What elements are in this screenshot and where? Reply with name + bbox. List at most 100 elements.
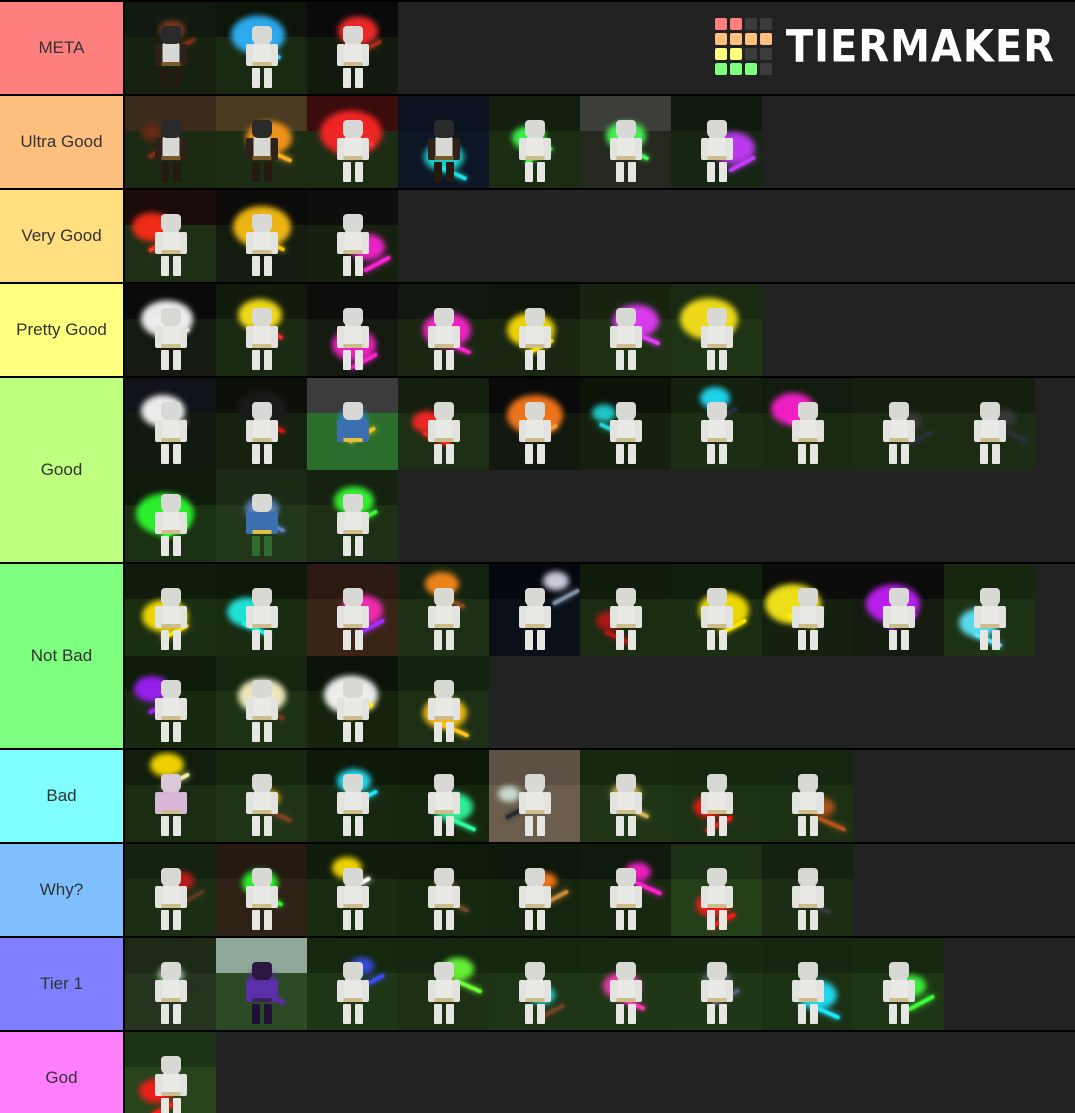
tier-item-purple-pink-spell[interactable] xyxy=(307,564,398,656)
tier-label[interactable]: Why? xyxy=(0,844,125,936)
tier-item-golden-cape-back[interactable] xyxy=(580,750,671,842)
tier-item-red-lightsaber-back[interactable] xyxy=(671,750,762,842)
tier-item-red-gauntlet-fighter[interactable] xyxy=(580,564,671,656)
tier-item-yellow-crown-pink-robe[interactable] xyxy=(125,750,216,842)
thumbnail-image xyxy=(125,564,216,656)
tier-item-flame-scythe-fighter[interactable] xyxy=(216,96,307,188)
tier-item-orange-lightning-wings[interactable] xyxy=(489,378,580,470)
tier-item-ember-blade-back[interactable] xyxy=(489,844,580,936)
tier-item-purple-crystal-burst[interactable] xyxy=(853,564,944,656)
tier-item-green-sparkle-robe[interactable] xyxy=(580,96,671,188)
tier-item-red-menu-aura[interactable] xyxy=(307,96,398,188)
tier-item-green-shuriken-beam[interactable] xyxy=(125,470,216,562)
tier-item-golden-ring-halo[interactable] xyxy=(216,190,307,282)
tier-item-orange-crown-sword[interactable] xyxy=(398,564,489,656)
tier-item-red-cloak-captain[interactable] xyxy=(398,378,489,470)
tier-item-plain-robe-back[interactable] xyxy=(762,844,853,936)
tier-item-stone-wall-staff[interactable] xyxy=(489,750,580,842)
tier-item-blue-glow-pack[interactable] xyxy=(307,938,398,1030)
tier-items-container[interactable] xyxy=(125,284,1075,376)
tier-item-blue-armored-knight[interactable] xyxy=(216,470,307,562)
tier-item-purple-dark-avatar[interactable] xyxy=(216,938,307,1030)
tier-items-container[interactable] xyxy=(125,378,1075,562)
tier-item-cyan-city-lights[interactable] xyxy=(398,96,489,188)
tier-item-cyan-beam-strike[interactable] xyxy=(762,938,853,1030)
tier-label[interactable]: META xyxy=(0,2,125,94)
tier-item-red-blade-grass[interactable] xyxy=(671,844,762,936)
tier-item-yellow-nunchaku-glow[interactable] xyxy=(125,564,216,656)
tier-item-green-leaf-blade[interactable] xyxy=(398,938,489,1030)
tier-item-blue-green-builder[interactable] xyxy=(307,378,398,470)
tier-item-dark-katana-back[interactable] xyxy=(853,378,944,470)
tier-item-dark-samurai-dual-blades[interactable] xyxy=(125,2,216,94)
tier-item-cyan-helm-blade[interactable] xyxy=(671,378,762,470)
tier-item-blue-winged-angel[interactable] xyxy=(216,2,307,94)
tier-item-gray-cape-back[interactable] xyxy=(671,938,762,1030)
tier-item-white-wings-yellow-bolt[interactable] xyxy=(307,656,398,748)
tier-item-cyan-blade-shield[interactable] xyxy=(944,564,1035,656)
tier-item-yellow-beam-charge[interactable] xyxy=(762,564,853,656)
tier-item-cyan-crystals-dark[interactable] xyxy=(580,378,671,470)
tier-row-very-good: Very Good xyxy=(0,190,1075,284)
tier-item-red-crate-carrier[interactable] xyxy=(125,844,216,936)
tier-item-yellow-horns-white-trail[interactable] xyxy=(307,844,398,936)
tier-items-container[interactable] xyxy=(125,190,1075,282)
tier-items-container[interactable] xyxy=(125,564,1075,748)
tier-item-long-katana-stand[interactable] xyxy=(944,378,1035,470)
scene-character xyxy=(973,402,1007,465)
tier-item-magenta-whip-blade[interactable] xyxy=(307,190,398,282)
tier-item-green-spark-scarf[interactable] xyxy=(307,470,398,562)
tier-item-green-spark-blade[interactable] xyxy=(853,938,944,1030)
tier-item-red-particle-cloak[interactable] xyxy=(307,2,398,94)
tier-item-yellow-orbs-swarm[interactable] xyxy=(671,564,762,656)
tier-items-container[interactable] xyxy=(125,844,1075,936)
tier-items-container[interactable] xyxy=(125,750,1075,842)
tier-items-container[interactable] xyxy=(125,96,1075,188)
tier-item-yellow-orbs-caster[interactable] xyxy=(489,284,580,376)
tier-label[interactable]: Pretty Good xyxy=(0,284,125,376)
tier-item-purple-dagger-strike[interactable] xyxy=(125,656,216,748)
tier-label[interactable]: Not Bad xyxy=(0,564,125,748)
tier-item-cyan-beam-sword[interactable] xyxy=(216,564,307,656)
tier-label[interactable]: Ultra Good xyxy=(0,96,125,188)
thumbnail-image xyxy=(216,564,307,656)
tier-item-white-wings-night[interactable] xyxy=(125,378,216,470)
tier-label[interactable]: Bad xyxy=(0,750,125,842)
tier-label[interactable]: Tier 1 xyxy=(0,938,125,1030)
tier-item-black-wings-red-drip[interactable] xyxy=(216,378,307,470)
tier-item-magenta-block-staff[interactable] xyxy=(580,844,671,936)
tier-item-pink-energy-blade[interactable] xyxy=(580,938,671,1030)
tier-label[interactable]: God xyxy=(0,1032,125,1113)
tier-label[interactable]: Good xyxy=(0,378,125,562)
scene-character xyxy=(336,868,370,931)
tier-item-cyan-tip-sword[interactable] xyxy=(489,938,580,1030)
tier-item-yellow-burst-ladder[interactable] xyxy=(671,284,762,376)
tier-item-green-glow-warrior[interactable] xyxy=(489,96,580,188)
tier-item-moonlit-city-roof[interactable] xyxy=(489,564,580,656)
tier-item-golden-board-rider[interactable] xyxy=(398,656,489,748)
tier-item-dark-samurai-blades[interactable] xyxy=(125,96,216,188)
tier-item-red-aura-swordsman[interactable] xyxy=(125,190,216,282)
tier-item-white-wing-angel[interactable] xyxy=(125,284,216,376)
tier-item-green-energy-blade[interactable] xyxy=(398,750,489,842)
tier-items-container[interactable] xyxy=(125,938,1075,1030)
tier-items-container[interactable] xyxy=(125,1032,1075,1113)
tier-item-green-tint-scarf[interactable] xyxy=(125,938,216,1030)
tier-label[interactable]: Very Good xyxy=(0,190,125,282)
tier-item-pink-greatsword[interactable] xyxy=(398,284,489,376)
tier-item-green-orbs-scarf[interactable] xyxy=(216,844,307,936)
tier-item-cyan-gem-cloak[interactable] xyxy=(307,750,398,842)
tier-item-purple-beam-user[interactable] xyxy=(671,96,762,188)
tier-item-cream-glow-spear[interactable] xyxy=(216,656,307,748)
tier-item-red-lightsaber-god[interactable] xyxy=(125,1032,216,1113)
tier-item-yellow-flash-sword[interactable] xyxy=(216,284,307,376)
tier-item-brown-sword-back[interactable] xyxy=(398,844,489,936)
scene-character xyxy=(154,214,188,277)
tier-item-magenta-blade-dash[interactable] xyxy=(307,284,398,376)
tiermaker-logo[interactable]: TIERMAKER xyxy=(714,18,1055,75)
tier-item-orange-plank-weapon[interactable] xyxy=(762,750,853,842)
scene-character xyxy=(245,494,279,557)
tier-item-brown-blade-captain[interactable] xyxy=(216,750,307,842)
tier-item-pink-orb-summoner[interactable] xyxy=(580,284,671,376)
tier-item-magenta-scythe[interactable] xyxy=(762,378,853,470)
